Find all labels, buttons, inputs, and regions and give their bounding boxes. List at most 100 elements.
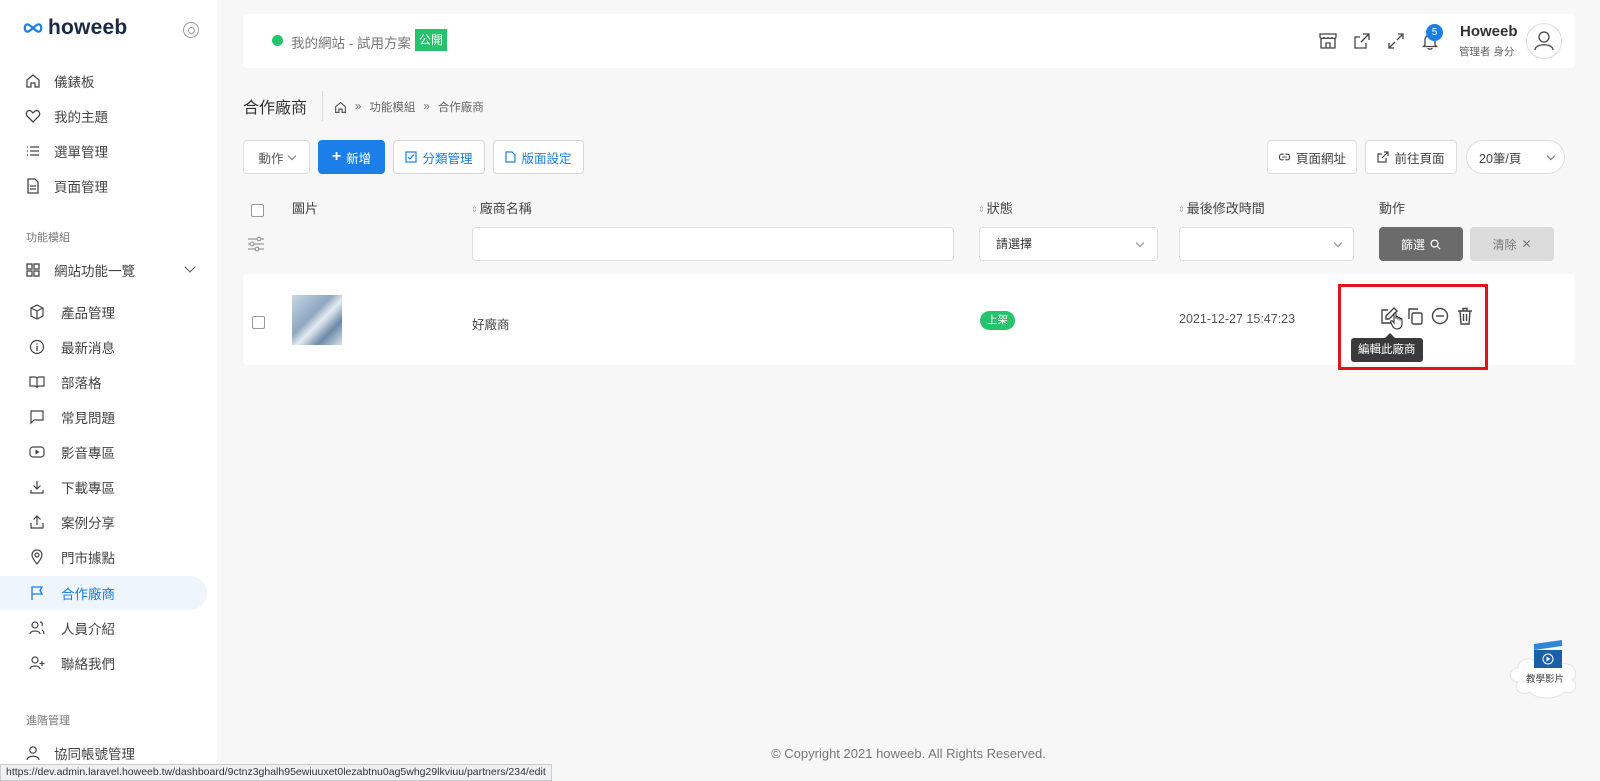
filter-settings-icon[interactable] — [247, 236, 265, 252]
avatar[interactable] — [1526, 23, 1562, 59]
sidebar-item-cases[interactable]: 案例分享 — [0, 505, 207, 539]
sidebar-item-products[interactable]: 產品管理 — [0, 295, 207, 329]
sort-icon: ⇕ — [1178, 205, 1185, 214]
category-manage-button[interactable]: 分類管理 — [393, 140, 485, 174]
sidebar-item-partners[interactable]: 合作廠商 — [0, 576, 207, 610]
category-label: 分類管理 — [422, 151, 473, 166]
section-title-modules: 功能模組 — [26, 232, 70, 244]
link-icon — [1278, 153, 1291, 161]
video-icon — [28, 443, 46, 461]
flag-icon — [28, 584, 46, 602]
document-icon — [24, 177, 42, 195]
action-dropdown-button[interactable]: 動作 — [243, 140, 310, 174]
user-plus-icon — [28, 654, 46, 672]
checkbox-edit-icon — [405, 151, 418, 163]
breadcrumb-item-modules[interactable]: 功能模組 — [369, 99, 415, 115]
sidebar-item-label: 儀錶板 — [54, 75, 95, 90]
row-checkbox[interactable] — [252, 316, 265, 329]
action-label: 動作 — [258, 151, 284, 166]
user-role: 管理者 身分 — [1459, 46, 1515, 58]
sidebar-item-label: 下載專區 — [61, 481, 115, 496]
sidebar-item-label: 影音專區 — [61, 446, 115, 461]
sidebar-item-dashboard[interactable]: 儀錶板 — [0, 64, 207, 98]
external-link-icon[interactable] — [1352, 31, 1372, 51]
fullscreen-icon[interactable] — [1386, 31, 1406, 51]
sidebar-item-pages[interactable]: 頁面管理 — [0, 169, 207, 203]
layout-settings-button[interactable]: 版面設定 — [493, 140, 584, 174]
chat-icon — [28, 408, 46, 426]
home-icon[interactable] — [334, 101, 347, 114]
column-header-status[interactable]: ⇕ 狀態 — [978, 198, 1013, 217]
grid-icon — [24, 261, 42, 279]
name-filter-input[interactable] — [472, 227, 954, 261]
sort-icon: ⇕ — [978, 205, 985, 214]
column-header-name[interactable]: ⇕ 廠商名稱 — [471, 198, 532, 217]
sidebar-item-news[interactable]: 最新消息 — [0, 330, 207, 364]
chevron-down-icon — [1333, 238, 1343, 248]
sidebar-item-team[interactable]: 人員介紹 — [0, 611, 207, 645]
infinity-logo-icon — [23, 23, 43, 33]
partner-name: 好廠商 — [472, 318, 510, 332]
partner-thumbnail[interactable] — [292, 295, 342, 345]
clear-filter-button[interactable]: 清除 ✕ — [1470, 227, 1554, 261]
go-to-page-button[interactable]: 前往頁面 — [1365, 140, 1457, 174]
store-icon[interactable] — [1318, 31, 1338, 51]
add-button[interactable]: + 新增 — [318, 140, 385, 174]
sidebar-item-downloads[interactable]: 下載專區 — [0, 470, 207, 504]
go-page-label: 前往頁面 — [1394, 151, 1445, 166]
plus-icon: + — [331, 148, 342, 165]
status-badge: 上架 — [980, 311, 1015, 330]
sidebar-item-label: 合作廠商 — [61, 587, 115, 602]
filter-btn-label: 篩選 — [1400, 237, 1425, 252]
status-filter-select[interactable]: 請選擇 — [979, 227, 1158, 261]
filter-button[interactable]: 篩選 — [1379, 227, 1463, 261]
logo[interactable]: howeeb — [22, 16, 127, 40]
user-avatar-icon — [1534, 31, 1554, 51]
column-header-label: 廠商名稱 — [479, 201, 532, 216]
select-all-checkbox[interactable] — [251, 204, 264, 217]
sidebar-item-label: 常見問題 — [61, 411, 115, 426]
sidebar-item-label: 頁面管理 — [54, 180, 108, 195]
sidebar-item-label: 門市據點 — [61, 551, 115, 566]
box-icon — [28, 303, 46, 321]
info-icon — [28, 338, 46, 356]
column-header-label: 狀態 — [986, 201, 1013, 216]
sidebar-group-modules[interactable]: 網站功能一覽 — [0, 253, 207, 287]
sidebar-item-faq[interactable]: 常見問題 — [0, 400, 207, 434]
sidebar-item-label: 案例分享 — [61, 516, 115, 531]
sidebar-item-label: 人員介紹 — [61, 622, 115, 637]
sidebar-item-contact[interactable]: 聯絡我們 — [0, 646, 207, 680]
notification-count-badge: 5 — [1426, 24, 1443, 41]
sidebar-item-blog[interactable]: 部落格 — [0, 365, 207, 399]
publish-badge: 公開 — [415, 29, 448, 51]
per-page-select[interactable]: 20筆/頁 — [1466, 140, 1565, 174]
users-icon — [28, 619, 46, 637]
sort-icon: ⇕ — [471, 205, 478, 214]
column-header-image: 圖片 — [292, 201, 319, 216]
sidebar-collapse-icon[interactable] — [183, 22, 199, 38]
sidebar-item-label: 產品管理 — [61, 306, 115, 321]
home-icon — [24, 72, 42, 90]
sidebar-item-stores[interactable]: 門市據點 — [0, 540, 207, 574]
add-label: 新增 — [346, 151, 372, 166]
sidebar-item-videos[interactable]: 影音專區 — [0, 435, 207, 469]
breadcrumb-separator: » — [423, 101, 430, 113]
page-url-button[interactable]: 頁面網址 — [1267, 140, 1357, 174]
tutorial-label: 教學影片 — [1526, 674, 1565, 685]
section-title-advanced: 進階管理 — [26, 715, 70, 727]
title-divider — [322, 91, 323, 121]
page-title: 合作廠商 — [243, 100, 308, 117]
tutorial-video-button[interactable] — [1506, 638, 1586, 700]
sidebar-item-menus[interactable]: 選單管理 — [0, 134, 207, 168]
layout-label: 版面設定 — [521, 151, 572, 166]
column-header-actions: 動作 — [1379, 201, 1406, 216]
breadcrumb: » 功能模組 » 合作廠商 — [334, 99, 484, 115]
chevron-down-icon — [184, 261, 196, 273]
column-header-modified[interactable]: ⇕ 最後修改時間 — [1178, 198, 1265, 217]
clear-btn-label: 清除 — [1492, 237, 1517, 252]
sidebar-item-label: 部落格 — [61, 376, 102, 391]
sidebar-group-label: 網站功能一覽 — [54, 264, 135, 279]
date-filter-select[interactable] — [1179, 227, 1354, 261]
site-name[interactable]: 我的網站 - 試用方案 — [291, 32, 411, 52]
sidebar-item-themes[interactable]: 我的主題 — [0, 99, 207, 133]
